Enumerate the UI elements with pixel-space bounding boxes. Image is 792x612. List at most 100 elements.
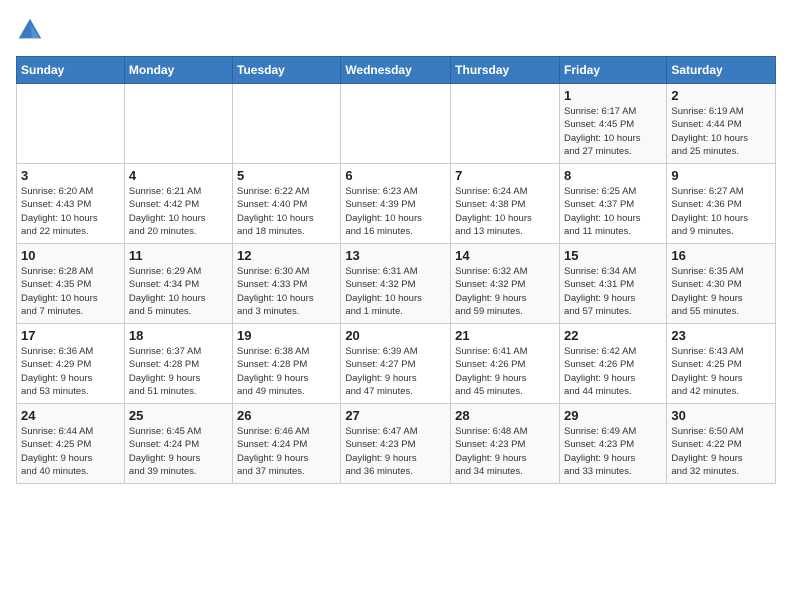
- calendar-cell: 19 Sunrise: 6:38 AM Sunset: 4:28 PM Dayli…: [233, 324, 341, 404]
- calendar-cell: 17 Sunrise: 6:36 AM Sunset: 4:29 PM Dayli…: [17, 324, 125, 404]
- day-number: 9: [671, 168, 771, 183]
- day-info: Sunrise: 6:49 AM Sunset: 4:23 PM Dayligh…: [564, 425, 662, 478]
- day-info: Sunrise: 6:37 AM Sunset: 4:28 PM Dayligh…: [129, 345, 228, 398]
- day-number: 30: [671, 408, 771, 423]
- column-header-monday: Monday: [124, 57, 232, 84]
- day-info: Sunrise: 6:42 AM Sunset: 4:26 PM Dayligh…: [564, 345, 662, 398]
- calendar-cell: 5 Sunrise: 6:22 AM Sunset: 4:40 PM Daylig…: [233, 164, 341, 244]
- calendar-cell: 21Sunrise: 6:41 AM Sunset: 4:26 PM Dayli…: [451, 324, 560, 404]
- calendar-week-row: 10 Sunrise: 6:28 AM Sunset: 4:35 PM Dayli…: [17, 244, 776, 324]
- day-info: Sunrise: 6:35 AM Sunset: 4:30 PM Dayligh…: [671, 265, 771, 318]
- calendar-week-row: 24 Sunrise: 6:44 AM Sunset: 4:25 PM Dayli…: [17, 404, 776, 484]
- day-number: 12: [237, 248, 336, 263]
- day-info: Sunrise: 6:38 AM Sunset: 4:28 PM Dayligh…: [237, 345, 336, 398]
- day-info: Sunrise: 6:46 AM Sunset: 4:24 PM Dayligh…: [237, 425, 336, 478]
- day-number: 23: [671, 328, 771, 343]
- day-number: 25: [129, 408, 228, 423]
- calendar-cell: 11 Sunrise: 6:29 AM Sunset: 4:34 PM Dayli…: [124, 244, 232, 324]
- page-header: [16, 16, 776, 44]
- calendar-cell: [451, 84, 560, 164]
- calendar-cell: 26 Sunrise: 6:46 AM Sunset: 4:24 PM Dayli…: [233, 404, 341, 484]
- day-info: Sunrise: 6:39 AM Sunset: 4:27 PM Dayligh…: [345, 345, 446, 398]
- day-info: Sunrise: 6:32 AM Sunset: 4:32 PM Dayligh…: [455, 265, 555, 318]
- calendar-cell: 28Sunrise: 6:48 AM Sunset: 4:23 PM Dayli…: [451, 404, 560, 484]
- calendar-cell: 3 Sunrise: 6:20 AM Sunset: 4:43 PM Daylig…: [17, 164, 125, 244]
- day-number: 11: [129, 248, 228, 263]
- day-number: 10: [21, 248, 120, 263]
- day-info: Sunrise: 6:31 AM Sunset: 4:32 PM Dayligh…: [345, 265, 446, 318]
- day-info: Sunrise: 6:41 AM Sunset: 4:26 PM Dayligh…: [455, 345, 555, 398]
- day-number: 29: [564, 408, 662, 423]
- day-number: 14: [455, 248, 555, 263]
- day-info: Sunrise: 6:19 AM Sunset: 4:44 PM Dayligh…: [671, 105, 771, 158]
- column-header-friday: Friday: [559, 57, 666, 84]
- calendar-cell: 16 Sunrise: 6:35 AM Sunset: 4:30 PM Dayli…: [667, 244, 776, 324]
- calendar-week-row: 1 Sunrise: 6:17 AM Sunset: 4:45 PM Daylig…: [17, 84, 776, 164]
- calendar-cell: 24 Sunrise: 6:44 AM Sunset: 4:25 PM Dayli…: [17, 404, 125, 484]
- day-number: 8: [564, 168, 662, 183]
- day-info: Sunrise: 6:22 AM Sunset: 4:40 PM Dayligh…: [237, 185, 336, 238]
- calendar-cell: 13 Sunrise: 6:31 AM Sunset: 4:32 PM Dayli…: [341, 244, 451, 324]
- calendar-table: SundayMondayTuesdayWednesdayThursdayFrid…: [16, 56, 776, 484]
- day-info: Sunrise: 6:30 AM Sunset: 4:33 PM Dayligh…: [237, 265, 336, 318]
- calendar-cell: 27 Sunrise: 6:47 AM Sunset: 4:23 PM Dayli…: [341, 404, 451, 484]
- day-number: 18: [129, 328, 228, 343]
- day-number: 13: [345, 248, 446, 263]
- day-number: 26: [237, 408, 336, 423]
- day-info: Sunrise: 6:45 AM Sunset: 4:24 PM Dayligh…: [129, 425, 228, 478]
- calendar-cell: [124, 84, 232, 164]
- day-number: 2: [671, 88, 771, 103]
- day-info: Sunrise: 6:24 AM Sunset: 4:38 PM Dayligh…: [455, 185, 555, 238]
- day-info: Sunrise: 6:27 AM Sunset: 4:36 PM Dayligh…: [671, 185, 771, 238]
- day-number: 1: [564, 88, 662, 103]
- day-number: 3: [21, 168, 120, 183]
- calendar-cell: 22Sunrise: 6:42 AM Sunset: 4:26 PM Dayli…: [559, 324, 666, 404]
- calendar-cell: 29 Sunrise: 6:49 AM Sunset: 4:23 PM Dayli…: [559, 404, 666, 484]
- calendar-cell: 10 Sunrise: 6:28 AM Sunset: 4:35 PM Dayli…: [17, 244, 125, 324]
- day-number: 20: [345, 328, 446, 343]
- day-info: Sunrise: 6:47 AM Sunset: 4:23 PM Dayligh…: [345, 425, 446, 478]
- calendar-cell: 25 Sunrise: 6:45 AM Sunset: 4:24 PM Dayli…: [124, 404, 232, 484]
- column-header-thursday: Thursday: [451, 57, 560, 84]
- calendar-header-row: SundayMondayTuesdayWednesdayThursdayFrid…: [17, 57, 776, 84]
- calendar-cell: 23 Sunrise: 6:43 AM Sunset: 4:25 PM Dayli…: [667, 324, 776, 404]
- day-number: 16: [671, 248, 771, 263]
- calendar-cell: 30 Sunrise: 6:50 AM Sunset: 4:22 PM Dayli…: [667, 404, 776, 484]
- day-info: Sunrise: 6:34 AM Sunset: 4:31 PM Dayligh…: [564, 265, 662, 318]
- calendar-cell: 12 Sunrise: 6:30 AM Sunset: 4:33 PM Dayli…: [233, 244, 341, 324]
- day-number: 17: [21, 328, 120, 343]
- day-number: 24: [21, 408, 120, 423]
- calendar-cell: [341, 84, 451, 164]
- logo-icon: [16, 16, 44, 44]
- column-header-wednesday: Wednesday: [341, 57, 451, 84]
- day-info: Sunrise: 6:36 AM Sunset: 4:29 PM Dayligh…: [21, 345, 120, 398]
- day-number: 15: [564, 248, 662, 263]
- day-number: 6: [345, 168, 446, 183]
- day-number: 19: [237, 328, 336, 343]
- calendar-week-row: 3 Sunrise: 6:20 AM Sunset: 4:43 PM Daylig…: [17, 164, 776, 244]
- day-info: Sunrise: 6:21 AM Sunset: 4:42 PM Dayligh…: [129, 185, 228, 238]
- day-info: Sunrise: 6:20 AM Sunset: 4:43 PM Dayligh…: [21, 185, 120, 238]
- calendar-cell: 9 Sunrise: 6:27 AM Sunset: 4:36 PM Daylig…: [667, 164, 776, 244]
- day-info: Sunrise: 6:29 AM Sunset: 4:34 PM Dayligh…: [129, 265, 228, 318]
- day-info: Sunrise: 6:28 AM Sunset: 4:35 PM Dayligh…: [21, 265, 120, 318]
- day-info: Sunrise: 6:17 AM Sunset: 4:45 PM Dayligh…: [564, 105, 662, 158]
- day-info: Sunrise: 6:50 AM Sunset: 4:22 PM Dayligh…: [671, 425, 771, 478]
- day-info: Sunrise: 6:43 AM Sunset: 4:25 PM Dayligh…: [671, 345, 771, 398]
- calendar-cell: 14 Sunrise: 6:32 AM Sunset: 4:32 PM Dayli…: [451, 244, 560, 324]
- day-info: Sunrise: 6:23 AM Sunset: 4:39 PM Dayligh…: [345, 185, 446, 238]
- calendar-cell: [17, 84, 125, 164]
- calendar-week-row: 17 Sunrise: 6:36 AM Sunset: 4:29 PM Dayli…: [17, 324, 776, 404]
- day-number: 27: [345, 408, 446, 423]
- day-number: 4: [129, 168, 228, 183]
- calendar-cell: 18 Sunrise: 6:37 AM Sunset: 4:28 PM Dayli…: [124, 324, 232, 404]
- day-info: Sunrise: 6:44 AM Sunset: 4:25 PM Dayligh…: [21, 425, 120, 478]
- column-header-saturday: Saturday: [667, 57, 776, 84]
- logo: [16, 16, 48, 44]
- calendar-cell: 7Sunrise: 6:24 AM Sunset: 4:38 PM Daylig…: [451, 164, 560, 244]
- day-info: Sunrise: 6:25 AM Sunset: 4:37 PM Dayligh…: [564, 185, 662, 238]
- calendar-cell: 8 Sunrise: 6:25 AM Sunset: 4:37 PM Daylig…: [559, 164, 666, 244]
- calendar-cell: [233, 84, 341, 164]
- calendar-cell: 4 Sunrise: 6:21 AM Sunset: 4:42 PM Daylig…: [124, 164, 232, 244]
- day-number: 5: [237, 168, 336, 183]
